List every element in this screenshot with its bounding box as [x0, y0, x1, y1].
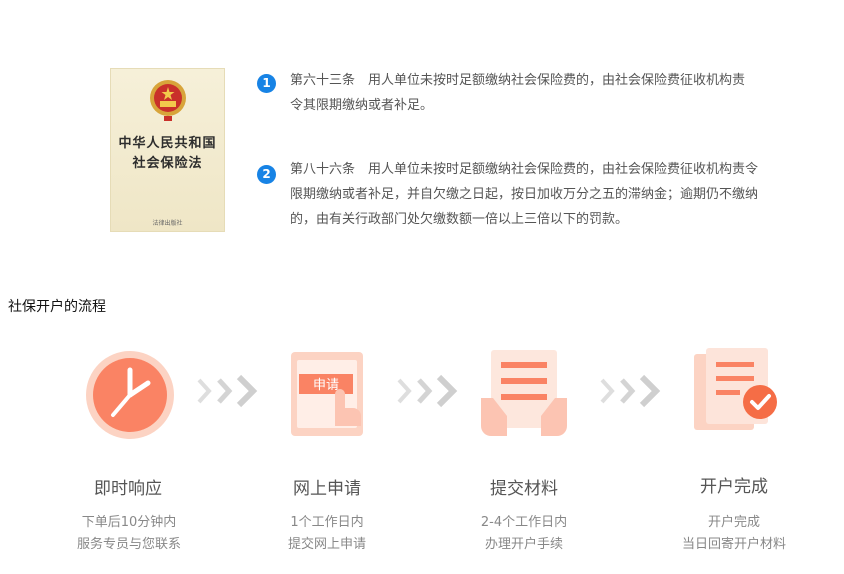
tablet-apply-icon: 申请 [291, 352, 363, 436]
book-title-line2: 社会保险法 [132, 156, 203, 171]
article-line: 的，由有关行政部门处欠缴数额一倍以上三倍以下的罚款。 [290, 212, 629, 227]
step-title: 开户完成 [700, 477, 768, 497]
book-title-line1: 中华人民共和国 [118, 136, 217, 151]
step-description: 开户完成 当日回寄开户材料 [644, 512, 824, 556]
article-86: 第八十六条 用人单位未按时足额缴纳社会保险费的，由社会保险费征收机构责令 限期缴… [290, 157, 790, 232]
files-check-icon [694, 348, 777, 430]
step-desc-line: 1个工作日内 [290, 515, 364, 530]
chevrons-arrow-icon [397, 374, 458, 408]
article-line: 限期缴纳或者补足，并自欠缴之日起，按日加收万分之五的滞纳金；逾期仍不缴纳 [290, 187, 759, 202]
step-desc-line: 办理开户手续 [484, 537, 563, 552]
step-desc-line: 开户完成 [707, 515, 760, 530]
article-number-badge: 1 [257, 74, 276, 93]
step-description: 下单后10分钟内 服务专员与您联系 [39, 512, 219, 556]
step-description: 2-4个工作日内 办理开户手续 [434, 512, 614, 556]
law-book-cover: 中华人民共和国 社会保险法 法律出版社 [110, 68, 225, 232]
article-63: 第六十三条 用人单位未按时足额缴纳社会保险费的，由社会保险费征收机构责 令其限期… [290, 68, 790, 118]
step-desc-line: 提交网上申请 [287, 537, 366, 552]
article-number-badge: 2 [257, 165, 276, 184]
step-title: 网上申请 [293, 479, 361, 499]
book-publisher: 法律出版社 [152, 220, 183, 227]
chevrons-arrow-icon [197, 374, 258, 408]
article-line: 第六十三条 用人单位未按时足额缴纳社会保险费的，由社会保险费征收机构责 [290, 73, 746, 88]
article-line: 令其限期缴纳或者补足。 [290, 98, 434, 113]
step-title: 即时响应 [94, 479, 162, 499]
step-desc-line: 下单后10分钟内 [81, 515, 177, 530]
step-description: 1个工作日内 提交网上申请 [237, 512, 417, 556]
clock-icon [86, 351, 174, 439]
step-desc-line: 2-4个工作日内 [480, 515, 568, 530]
step-title: 提交材料 [490, 479, 558, 499]
section-title: 社保开户的流程 [8, 299, 106, 315]
chevrons-arrow-icon [600, 374, 661, 408]
apply-label: 申请 [313, 378, 339, 393]
step-desc-line: 服务专员与您联系 [76, 537, 181, 552]
document-hands-icon [481, 350, 567, 436]
national-emblem-icon [150, 80, 186, 121]
step-desc-line: 当日回寄开户材料 [681, 537, 786, 552]
article-line: 第八十六条 用人单位未按时足额缴纳社会保险费的，由社会保险费征收机构责令 [290, 162, 759, 177]
